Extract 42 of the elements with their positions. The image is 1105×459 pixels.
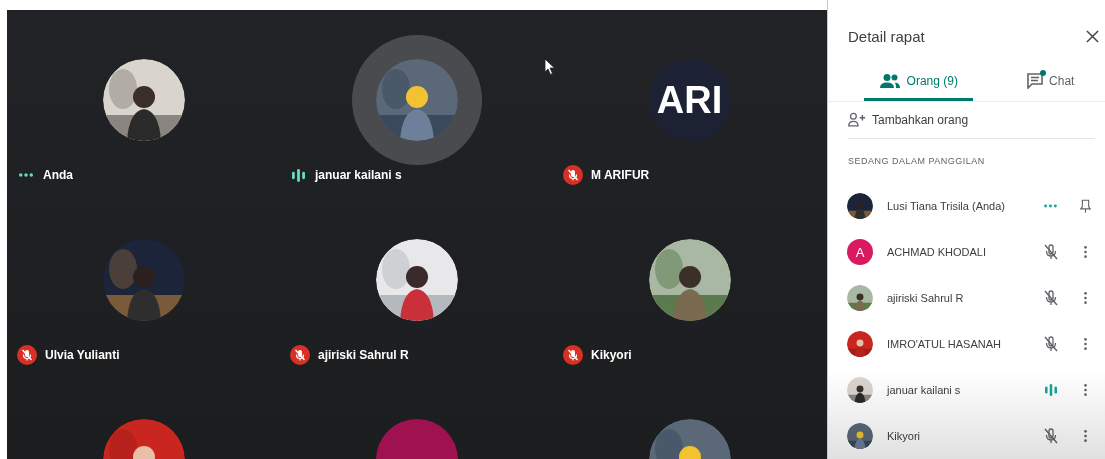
more-options-icon[interactable] (1082, 383, 1088, 397)
letter-avatar: A (847, 239, 873, 265)
muted-mic-icon (290, 345, 310, 365)
participant-name: Anda (43, 168, 73, 182)
letter-avatar: ARI (648, 59, 731, 141)
chat-icon (1027, 72, 1044, 89)
participant-name: Lusi Tiana Trisila (Anda) (887, 200, 1006, 212)
muted-mic-icon (563, 165, 583, 185)
participant-name: ajiriski Sahrul R (887, 292, 965, 304)
muted-mic-icon (1042, 428, 1059, 444)
participant-name: Ulvia Yulianti (45, 348, 120, 362)
more-options-icon[interactable] (1082, 337, 1088, 351)
more-options-icon[interactable] (1082, 291, 1088, 305)
participant-name: M ARIFUR (591, 168, 650, 182)
section-heading: SEDANG DALAM PANGGILAN (847, 155, 986, 169)
muted-mic-icon (1042, 336, 1059, 352)
cursor-icon (544, 58, 556, 76)
add-person-icon (848, 112, 866, 128)
panel-tab[interactable]: Orang (9) (864, 63, 973, 102)
participant-name: ajiriski Sahrul R (318, 348, 409, 362)
panel-title: Detail rapat (848, 28, 925, 46)
participant-name: Kikyori (887, 430, 921, 442)
more-options-icon[interactable] (1082, 429, 1088, 443)
participant-name: januar kailani s (887, 384, 962, 396)
add-person-button[interactable]: Tambahkan orang (848, 102, 1095, 140)
muted-mic-icon (563, 345, 583, 365)
muted-mic-icon (17, 345, 37, 365)
dots-icon (1044, 204, 1057, 208)
people-icon (878, 72, 901, 89)
panel-tab[interactable]: Chat (996, 63, 1105, 102)
participant-name: Kikyori (591, 348, 632, 362)
muted-mic-icon (1042, 290, 1059, 306)
dots-icon (19, 173, 33, 177)
participant-name: januar kailani s (315, 168, 402, 182)
more-options-icon[interactable] (1082, 245, 1088, 259)
participant-name: IMRO'ATUL HASANAH (887, 338, 1002, 350)
close-icon[interactable] (1086, 30, 1099, 44)
participant-name: ACHMAD KHODALI (887, 246, 988, 258)
audio-level-icon (292, 168, 305, 182)
muted-mic-icon (1042, 244, 1059, 260)
audio-level-icon (1044, 384, 1057, 396)
pin-icon[interactable] (1079, 198, 1091, 214)
